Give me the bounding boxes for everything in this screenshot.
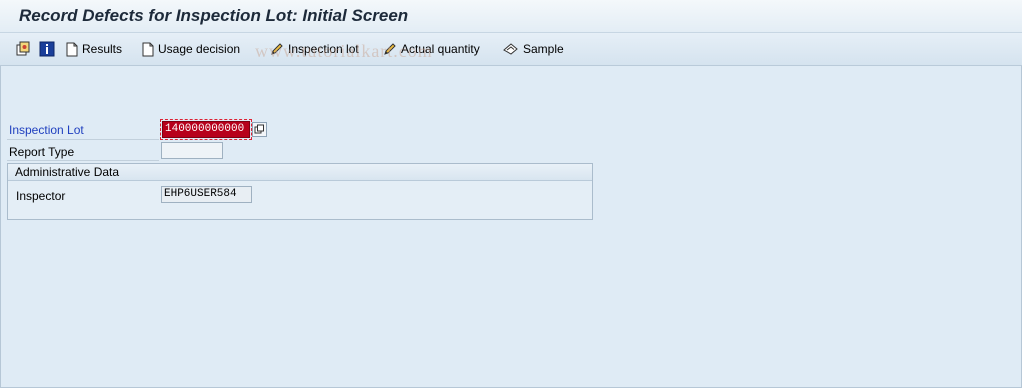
inspection-lot-button[interactable]: Inspection lot xyxy=(270,40,359,58)
info-icon xyxy=(39,41,55,57)
page-title: Record Defects for Inspection Lot: Initi… xyxy=(19,6,409,25)
inspection-lot-input[interactable]: 140000000000 xyxy=(160,119,252,140)
application-toolbar: Results Usage decision Inspection lot Ac… xyxy=(0,33,1022,66)
sample-button[interactable]: Sample xyxy=(503,40,564,58)
other-object-button[interactable] xyxy=(15,40,35,58)
inspector-display-field: EHP6USER584 xyxy=(161,186,252,203)
search-help-icon xyxy=(254,124,264,134)
label-underline xyxy=(7,139,159,140)
search-help-button[interactable] xyxy=(252,122,267,137)
report-type-input[interactable] xyxy=(161,142,223,159)
report-type-field-label: Report Type xyxy=(9,145,75,159)
pencil-icon xyxy=(384,43,396,55)
usage-decision-button[interactable]: Usage decision xyxy=(142,40,240,58)
actual-quantity-label: Actual quantity xyxy=(401,42,480,56)
pencil-icon xyxy=(271,43,283,55)
usage-decision-label: Usage decision xyxy=(158,42,241,56)
group-title: Administrative Data xyxy=(8,164,592,181)
results-button[interactable]: Results xyxy=(66,40,122,58)
copy-object-icon xyxy=(16,41,30,56)
results-label: Results xyxy=(82,42,123,56)
actual-quantity-button[interactable]: Actual quantity xyxy=(383,40,480,58)
label-underline xyxy=(7,160,159,161)
document-icon xyxy=(142,42,154,56)
inspection-lot-label: Inspection lot xyxy=(288,42,359,56)
inspector-field-label: Inspector xyxy=(16,189,66,203)
title-bar: Record Defects for Inspection Lot: Initi… xyxy=(0,0,1022,33)
administrative-data-group: Administrative Data Inspector EHP6USER58… xyxy=(7,163,593,220)
document-icon xyxy=(66,42,78,56)
sample-icon xyxy=(503,43,518,55)
info-button[interactable] xyxy=(39,40,59,58)
sample-label: Sample xyxy=(523,42,564,56)
inspection-lot-field-label: Inspection Lot xyxy=(9,123,84,137)
